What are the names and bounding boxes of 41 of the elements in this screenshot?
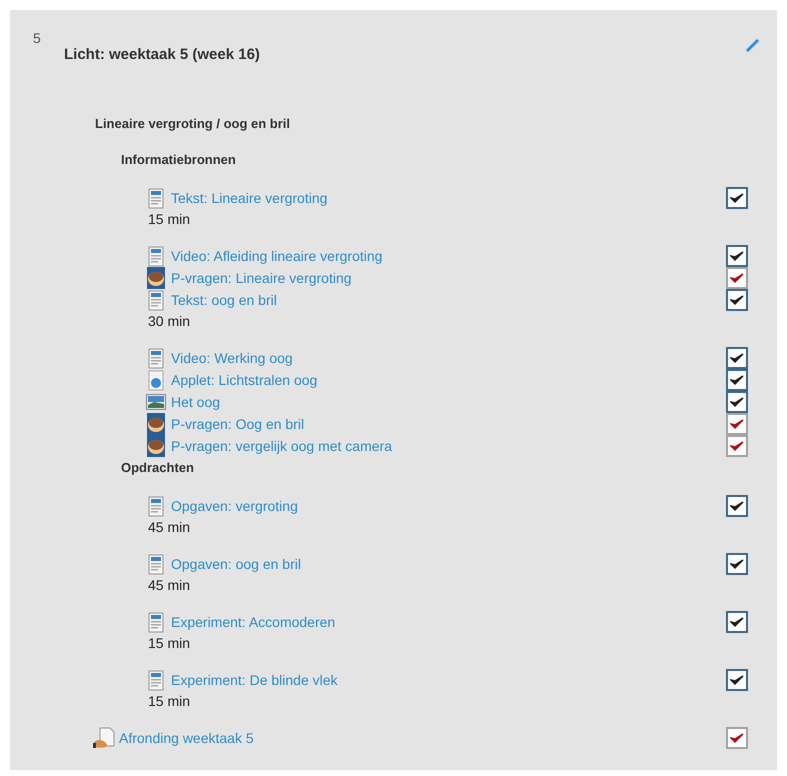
completion-checkbox[interactable] — [726, 369, 748, 391]
activity-link[interactable]: Het oog — [171, 392, 220, 412]
topic-heading: Lineaire vergroting / oog en bril — [95, 116, 292, 132]
completion-checkbox[interactable] — [726, 245, 748, 267]
handshake-document-icon — [93, 727, 115, 749]
completion-checkbox[interactable] — [726, 413, 748, 435]
duration-text: 15 min — [148, 210, 190, 229]
duration-text: 30 min — [148, 312, 190, 331]
duration-text: 45 min — [148, 518, 190, 537]
completion-checkbox[interactable] — [726, 727, 748, 749]
activity-link[interactable]: Afronding weektaak 5 — [119, 728, 254, 748]
activity-link[interactable]: P-vragen: Oog en bril — [171, 414, 304, 434]
activity-link[interactable]: Tekst: Lineaire vergroting — [171, 188, 328, 208]
activity-link[interactable]: Video: Werking oog — [171, 348, 293, 368]
duration-text: 45 min — [148, 576, 190, 595]
activity-link[interactable]: Experiment: Accomoderen — [171, 612, 336, 632]
activity-link[interactable]: Opgaven: oog en bril — [171, 554, 301, 574]
section-number: 5 — [33, 30, 42, 46]
completion-checkbox[interactable] — [726, 267, 748, 289]
completion-checkbox[interactable] — [726, 347, 748, 369]
duration-text: 15 min — [148, 692, 190, 711]
activity-link[interactable]: Experiment: De blinde vlek — [171, 670, 338, 690]
completion-checkbox[interactable] — [726, 669, 748, 691]
completion-checkbox[interactable] — [726, 187, 748, 209]
activity-link[interactable]: Opgaven: vergroting — [171, 496, 298, 516]
activity-link[interactable]: Video: Afleiding lineaire vergroting — [171, 246, 382, 266]
completion-checkbox[interactable] — [726, 553, 748, 575]
duration-text: 15 min — [148, 634, 190, 653]
activity-link[interactable]: Applet: Lichtstralen oog — [171, 370, 318, 390]
activity-link[interactable]: Tekst: oog en bril — [171, 290, 277, 310]
landscape-icon — [145, 391, 167, 413]
activity-link[interactable]: P-vragen: Lineaire vergroting — [171, 268, 352, 288]
completion-checkbox[interactable] — [726, 611, 748, 633]
completion-checkbox[interactable] — [726, 435, 748, 457]
completion-checkbox[interactable] — [726, 391, 748, 413]
activity-link[interactable]: P-vragen: vergelijk oog met camera — [171, 436, 392, 456]
subsection-heading: Informatiebronnen — [121, 152, 237, 168]
subsection-heading: Opdrachten — [121, 460, 195, 476]
completion-checkbox[interactable] — [726, 495, 748, 517]
completion-checkbox[interactable] — [726, 289, 748, 311]
section-title: Licht: weektaak 5 (week 16) — [64, 46, 260, 64]
